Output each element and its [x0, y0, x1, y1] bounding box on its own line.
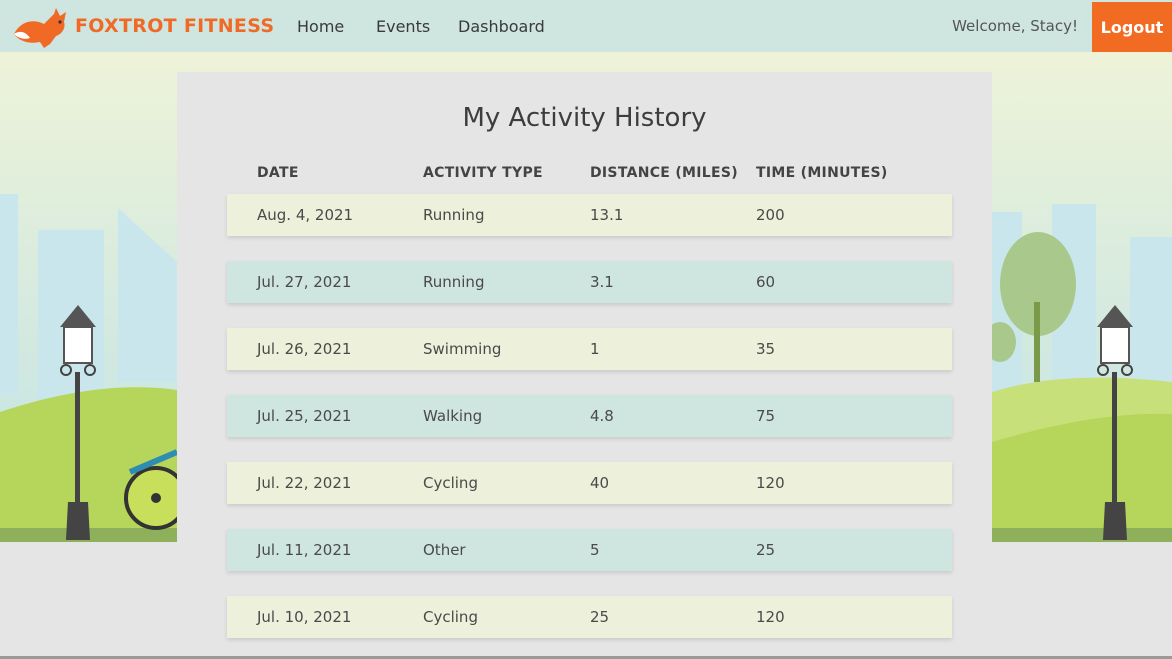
cell-time: 200 — [756, 206, 785, 224]
cell-date: Jul. 27, 2021 — [257, 273, 352, 291]
cell-date: Jul. 26, 2021 — [257, 340, 352, 358]
cell-time: 75 — [756, 407, 776, 425]
cell-activity-type: Cycling — [423, 608, 478, 626]
nav-home-link[interactable]: Home — [297, 17, 344, 36]
table-row: Jul. 22, 2021 Cycling 40 120 — [227, 462, 952, 504]
cell-date: Jul. 11, 2021 — [257, 541, 352, 559]
cell-distance: 13.1 — [590, 206, 624, 224]
cell-activity-type: Swimming — [423, 340, 502, 358]
cell-date: Jul. 25, 2021 — [257, 407, 352, 425]
cell-time: 120 — [756, 608, 785, 626]
table-row: Jul. 11, 2021 Other 5 25 — [227, 529, 952, 571]
cell-time: 35 — [756, 340, 776, 358]
table-row: Jul. 27, 2021 Running 3.1 60 — [227, 261, 952, 303]
cell-activity-type: Running — [423, 206, 485, 224]
table-row: Aug. 4, 2021 Running 13.1 200 — [227, 194, 952, 236]
cell-activity-type: Cycling — [423, 474, 478, 492]
column-header-activity-type: ACTIVITY TYPE — [423, 165, 543, 181]
table-row: Jul. 25, 2021 Walking 4.8 75 — [227, 395, 952, 437]
cell-activity-type: Walking — [423, 407, 483, 425]
cell-date: Jul. 10, 2021 — [257, 608, 352, 626]
brand-name[interactable]: FOXTROT FITNESS — [75, 15, 274, 37]
cell-distance: 4.8 — [590, 407, 614, 425]
cell-time: 25 — [756, 541, 776, 559]
column-header-distance: DISTANCE (MILES) — [590, 165, 738, 181]
cell-distance: 5 — [590, 541, 600, 559]
table-row: Jul. 10, 2021 Cycling 25 120 — [227, 596, 952, 638]
column-header-date: DATE — [257, 165, 299, 181]
welcome-text: Welcome, Stacy! — [952, 17, 1078, 35]
nav-dashboard-link[interactable]: Dashboard — [458, 17, 545, 36]
nav-events-link[interactable]: Events — [376, 17, 430, 36]
cell-distance: 3.1 — [590, 273, 614, 291]
cell-distance: 1 — [590, 340, 600, 358]
cell-time: 120 — [756, 474, 785, 492]
column-header-time: TIME (MINUTES) — [756, 165, 888, 181]
logout-button[interactable]: Logout — [1092, 2, 1172, 52]
cell-activity-type: Running — [423, 273, 485, 291]
cell-distance: 25 — [590, 608, 610, 626]
table-row: Jul. 26, 2021 Swimming 1 35 — [227, 328, 952, 370]
page-title: My Activity History — [462, 103, 707, 133]
cell-activity-type: Other — [423, 541, 466, 559]
cell-distance: 40 — [590, 474, 610, 492]
fox-logo-icon[interactable] — [10, 4, 72, 50]
cell-date: Aug. 4, 2021 — [257, 206, 354, 224]
cell-time: 60 — [756, 273, 776, 291]
cell-date: Jul. 22, 2021 — [257, 474, 352, 492]
navbar: FOXTROT FITNESS Home Events Dashboard We… — [0, 0, 1172, 52]
activity-history-card: My Activity History DATE ACTIVITY TYPE D… — [177, 72, 992, 659]
